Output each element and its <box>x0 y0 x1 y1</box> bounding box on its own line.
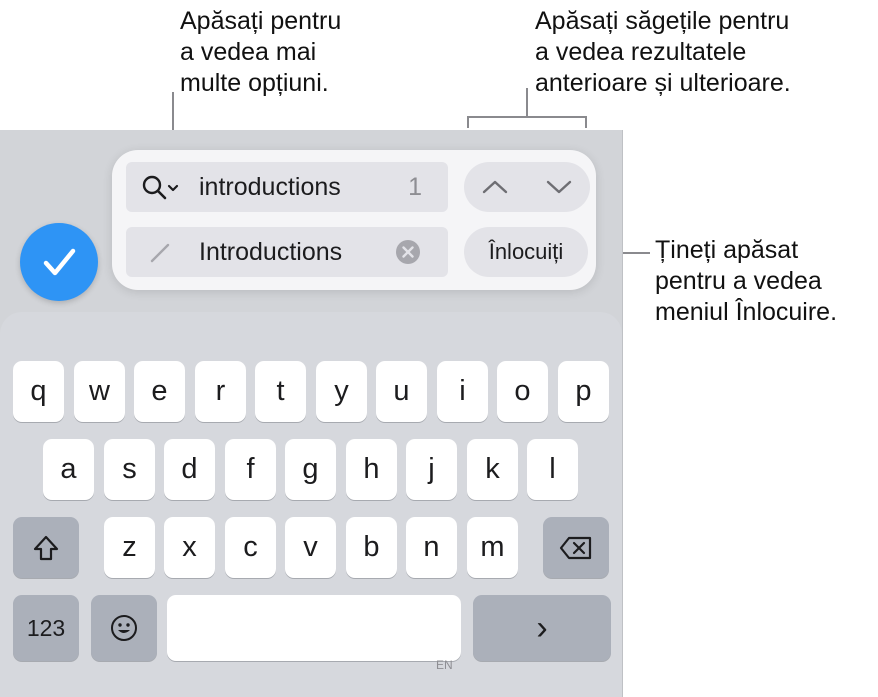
key-f[interactable]: f <box>225 439 276 500</box>
leader-line-arrows <box>526 88 528 118</box>
key-r[interactable]: r <box>195 361 246 422</box>
key-i[interactable]: i <box>437 361 488 422</box>
key-g[interactable]: g <box>285 439 336 500</box>
language-indicator: EN <box>436 658 453 672</box>
pencil-icon <box>150 243 170 263</box>
key-j[interactable]: j <box>406 439 457 500</box>
numbers-key[interactable]: 123 <box>13 595 79 661</box>
key-h[interactable]: h <box>346 439 397 500</box>
search-text: introductions <box>199 173 341 201</box>
emoji-key[interactable] <box>91 595 157 661</box>
replace-button[interactable]: Înlocuiți <box>464 227 588 277</box>
key-a[interactable]: a <box>43 439 94 500</box>
find-replace-panel: introductions 1 Introductions Înlocuiți <box>112 150 596 290</box>
leader-bracket-arrows <box>467 116 587 118</box>
key-o[interactable]: o <box>497 361 548 422</box>
device-screen: introductions 1 Introductions Înlocuiți <box>0 130 623 697</box>
emoji-icon <box>111 615 137 641</box>
next-key[interactable]: › <box>473 595 611 661</box>
shift-icon <box>33 535 59 560</box>
callout-more-options: Apăsați pentru a vedea mai multe opțiuni… <box>180 7 342 97</box>
backspace-icon <box>559 536 592 559</box>
key-w[interactable]: w <box>74 361 125 422</box>
key-p[interactable]: p <box>558 361 609 422</box>
key-c[interactable]: c <box>225 517 276 578</box>
leader-bracket-right <box>585 116 587 128</box>
callout-prev-next: Apăsați săgețile pentru a vedea rezultat… <box>535 7 791 97</box>
key-x[interactable]: x <box>164 517 215 578</box>
key-t[interactable]: t <box>255 361 306 422</box>
callout-replace-menu: Țineți apăsat pentru a vedea meniul Înlo… <box>655 236 838 326</box>
search-options-icon[interactable] <box>140 174 184 202</box>
result-navigation <box>464 162 590 212</box>
key-s[interactable]: s <box>104 439 155 500</box>
key-d[interactable]: d <box>164 439 215 500</box>
key-e[interactable]: e <box>134 361 185 422</box>
replace-field[interactable]: Introductions <box>126 227 448 277</box>
key-m[interactable]: m <box>467 517 518 578</box>
delete-key[interactable] <box>543 517 609 578</box>
previous-result-icon[interactable] <box>478 172 512 202</box>
key-q[interactable]: q <box>13 361 64 422</box>
clear-text-icon[interactable] <box>395 239 421 265</box>
done-button[interactable] <box>20 223 98 301</box>
key-z[interactable]: z <box>104 517 155 578</box>
key-v[interactable]: v <box>285 517 336 578</box>
match-count: 1 <box>408 173 422 201</box>
find-field[interactable]: introductions 1 <box>126 162 448 212</box>
key-n[interactable]: n <box>406 517 457 578</box>
key-k[interactable]: k <box>467 439 518 500</box>
keyboard: q w e r t y u i o p a s d f g h j k l z … <box>0 312 622 697</box>
space-bar[interactable] <box>167 595 461 661</box>
key-u[interactable]: u <box>376 361 427 422</box>
leader-bracket-left <box>467 116 469 128</box>
checkmark-icon <box>43 248 76 276</box>
next-result-icon[interactable] <box>542 172 576 202</box>
shift-key[interactable] <box>13 517 79 578</box>
replace-text: Introductions <box>199 238 343 266</box>
key-l[interactable]: l <box>527 439 578 500</box>
key-y[interactable]: y <box>316 361 367 422</box>
key-b[interactable]: b <box>346 517 397 578</box>
